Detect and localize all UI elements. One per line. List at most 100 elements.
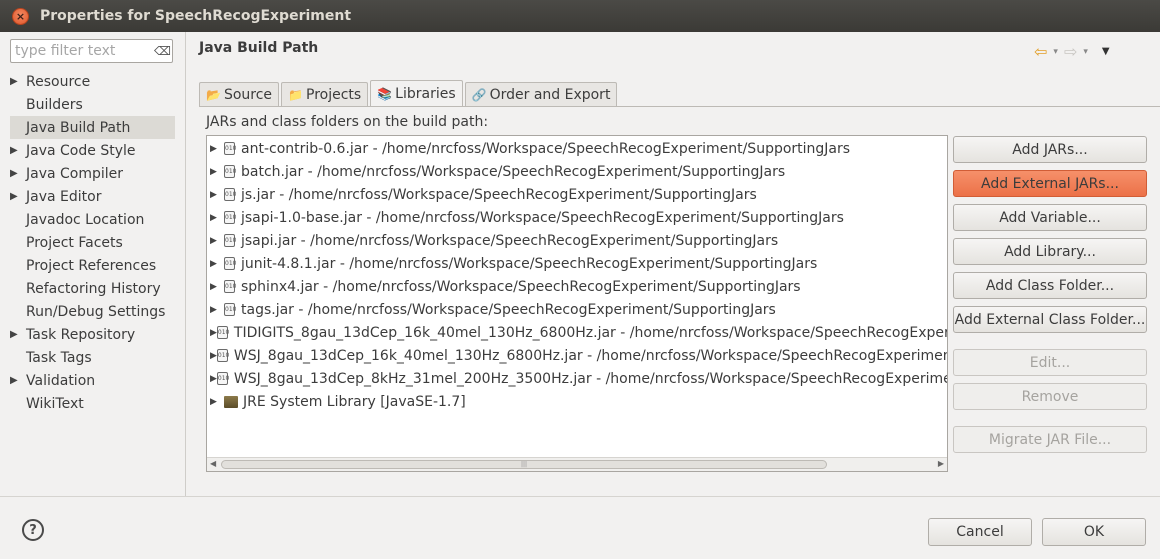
scroll-thumb[interactable]: ||| [221, 460, 827, 469]
expand-arrow-icon[interactable]: ▶ [210, 374, 217, 384]
window-title: Properties for SpeechRecogExperiment [40, 8, 352, 24]
library-row[interactable]: ▶ 010 tags.jar - /home/nrcfoss/Workspace/S… [207, 298, 947, 321]
sidebar-item-label: Project Facets [26, 234, 123, 251]
close-icon[interactable]: × [12, 7, 29, 25]
sidebar-item[interactable]: ▶ Java Code Style [10, 139, 175, 162]
sidebar-item[interactable]: ▶ Validation [10, 369, 175, 392]
library-row[interactable]: ▶ 010 ant-contrib-0.6.jar - /home/nrcfoss/… [207, 137, 947, 160]
sidebar-item[interactable]: Javadoc Location [10, 208, 175, 231]
expand-arrow-icon[interactable]: ▶ [210, 213, 224, 223]
forward-arrow-icon[interactable]: ⇨ [1064, 42, 1077, 61]
folder-projects-icon: 📁 [288, 87, 303, 102]
title-bar: × Properties for SpeechRecogExperiment [0, 0, 1160, 32]
add-external-class-folder-button[interactable]: Add External Class Folder... [953, 306, 1147, 333]
edit-button[interactable]: Edit... [953, 349, 1147, 376]
tab-label: Order and Export [489, 86, 611, 103]
filter-input[interactable] [15, 43, 150, 59]
sidebar-item[interactable]: Java Build Path [10, 116, 175, 139]
expand-arrow-icon[interactable]: ▶ [10, 375, 18, 386]
library-label: batch.jar - /home/nrcfoss/Workspace/Spee… [241, 163, 786, 180]
library-row[interactable]: ▶ 010 batch.jar - /home/nrcfoss/Workspace/… [207, 160, 947, 183]
tab-order-and-export[interactable]: 🔗 Order and Export [464, 82, 618, 106]
sidebar-item[interactable]: ▶ Java Editor [10, 185, 175, 208]
sidebar-item[interactable]: Builders [10, 93, 175, 116]
expand-arrow-icon[interactable]: ▶ [210, 259, 224, 269]
back-dropdown-icon[interactable]: ▾ [1053, 47, 1058, 57]
library-row[interactable]: ▶ 010 WSJ_8gau_13dCep_16k_40mel_130Hz_6800… [207, 344, 947, 367]
scroll-right-icon[interactable]: ▶ [938, 459, 944, 468]
expand-arrow-icon[interactable]: ▶ [10, 191, 18, 202]
library-row[interactable]: ▶ 010 sphinx4.jar - /home/nrcfoss/Workspac… [207, 275, 947, 298]
sidebar-item[interactable]: Project Facets [10, 231, 175, 254]
expand-arrow-icon[interactable]: ▶ [210, 351, 217, 361]
history-nav: ⇦ ▾ ⇨ ▾ ▼ [1034, 42, 1110, 61]
library-row[interactable]: ▶ 010 WSJ_8gau_13dCep_8kHz_31mel_200Hz_350… [207, 367, 947, 390]
clear-filter-icon[interactable]: ⌫ [154, 44, 171, 58]
sidebar-item-label: Javadoc Location [26, 211, 145, 228]
expand-arrow-icon[interactable]: ▶ [210, 144, 224, 154]
view-menu-icon[interactable]: ▼ [1102, 46, 1110, 57]
sidebar-item[interactable]: Refactoring History [10, 277, 175, 300]
sidebar-item[interactable]: WikiText [10, 392, 175, 415]
library-row[interactable]: ▶ 010 js.jar - /home/nrcfoss/Workspace/Spe… [207, 183, 947, 206]
horizontal-scrollbar[interactable]: ◀ ||| ▶ [207, 457, 947, 471]
folder-source-icon: 📂 [206, 87, 221, 102]
sidebar-item-label: Project References [26, 257, 157, 274]
sidebar-item[interactable]: ▶ Java Compiler [10, 162, 175, 185]
jar-icon: 010 [224, 142, 236, 155]
tab-source[interactable]: 📂 Source [199, 82, 280, 106]
list-caption: JARs and class folders on the build path… [206, 114, 489, 130]
ok-button[interactable]: OK [1042, 518, 1146, 546]
sidebar-item[interactable]: ▶ Resource [10, 70, 175, 93]
libraries-icon: 📚 [377, 86, 393, 101]
tab-libraries[interactable]: 📚 Libraries [370, 80, 463, 106]
main-panel: Java Build Path ⇦ ▾ ⇨ ▾ ▼ 📂 Source 📁 Projec… [186, 32, 1160, 496]
jar-icon: 010 [224, 280, 236, 293]
expand-arrow-icon[interactable]: ▶ [210, 282, 224, 292]
expand-arrow-icon[interactable]: ▶ [10, 145, 18, 156]
expand-arrow-icon[interactable]: ▶ [210, 190, 224, 200]
library-row[interactable]: ▶ 010 jsapi-1.0-base.jar - /home/nrcfoss/W… [207, 206, 947, 229]
add-class-folder-button[interactable]: Add Class Folder... [953, 272, 1147, 299]
migrate-jar-button[interactable]: Migrate JAR File... [953, 426, 1147, 453]
expand-arrow-icon[interactable]: ▶ [210, 167, 224, 177]
forward-dropdown-icon[interactable]: ▾ [1083, 47, 1088, 57]
library-label: jsapi.jar - /home/nrcfoss/Workspace/Spee… [241, 232, 779, 249]
jre-library-row[interactable]: ▶ JRE System Library [JavaSE-1.7] [207, 390, 947, 413]
sidebar-item[interactable]: Task Tags [10, 346, 175, 369]
expand-arrow-icon[interactable]: ▶ [210, 328, 217, 338]
sidebar-item[interactable]: Run/Debug Settings [10, 300, 175, 323]
sidebar-item-label: Task Tags [26, 349, 92, 366]
expand-arrow-icon[interactable]: ▶ [210, 305, 224, 315]
expand-arrow-icon[interactable]: ▶ [10, 76, 18, 87]
jar-icon: 010 [224, 165, 236, 178]
sidebar-item[interactable]: Project References [10, 254, 175, 277]
libraries-panel: JARs and class folders on the build path… [199, 106, 1160, 496]
library-row[interactable]: ▶ 010 jsapi.jar - /home/nrcfoss/Workspace/… [207, 229, 947, 252]
jar-icon: 010 [216, 372, 229, 385]
expand-arrow-icon[interactable]: ▶ [10, 168, 18, 179]
dialog-footer: ? Cancel OK [0, 496, 1160, 559]
add-library-button[interactable]: Add Library... [953, 238, 1147, 265]
sidebar-item-label: Validation [26, 372, 96, 389]
remove-button[interactable]: Remove [953, 383, 1147, 410]
library-row[interactable]: ▶ 010 junit-4.8.1.jar - /home/nrcfoss/Work… [207, 252, 947, 275]
sidebar-item[interactable]: ▶ Task Repository [10, 323, 175, 346]
library-list[interactable]: ▶ 010 ant-contrib-0.6.jar - /home/nrcfoss/… [206, 135, 948, 472]
add-external-jars-button[interactable]: Add External JARs... [953, 170, 1147, 197]
library-row[interactable]: ▶ 010 TIDIGITS_8gau_13dCep_16k_40mel_130Hz… [207, 321, 947, 344]
jar-icon: 010 [216, 326, 229, 339]
library-label: WSJ_8gau_13dCep_8kHz_31mel_200Hz_3500Hz.… [233, 370, 947, 387]
tab-label: Libraries [395, 85, 456, 102]
back-arrow-icon[interactable]: ⇦ [1034, 42, 1047, 61]
expand-arrow-icon[interactable]: ▶ [210, 397, 224, 407]
scroll-left-icon[interactable]: ◀ [210, 459, 216, 468]
expand-arrow-icon[interactable]: ▶ [10, 329, 18, 340]
cancel-button[interactable]: Cancel [928, 518, 1032, 546]
add-jars-button[interactable]: Add JARs... [953, 136, 1147, 163]
add-variable-button[interactable]: Add Variable... [953, 204, 1147, 231]
tab-projects[interactable]: 📁 Projects [281, 82, 369, 106]
help-icon[interactable]: ? [22, 519, 44, 541]
expand-arrow-icon[interactable]: ▶ [210, 236, 224, 246]
sidebar-item-label: Run/Debug Settings [26, 303, 166, 320]
